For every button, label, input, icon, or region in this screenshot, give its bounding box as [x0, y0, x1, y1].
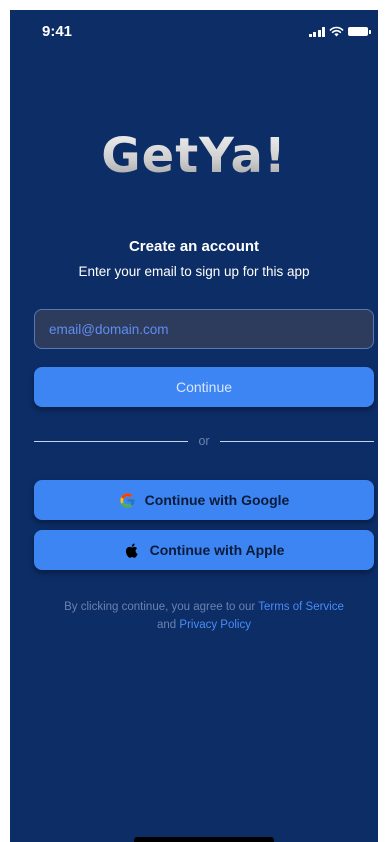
continue-with-apple-button[interactable]: Continue with Apple: [34, 530, 374, 570]
google-icon: [120, 492, 135, 508]
apple-icon: [125, 543, 138, 558]
home-indicator: [134, 837, 274, 842]
status-bar: 9:41: [10, 10, 378, 54]
privacy-policy-link[interactable]: Privacy Policy: [179, 619, 251, 631]
status-icons: [308, 26, 371, 37]
or-divider: or: [34, 433, 374, 449]
google-button-label: Continue with Google: [144, 492, 290, 508]
wifi-icon: [329, 26, 344, 37]
status-time: 9:41: [42, 23, 73, 40]
email-field[interactable]: [34, 309, 374, 349]
phone-screen: 9:41 GetYa! Create an account Enter your…: [10, 10, 378, 842]
continue-button[interactable]: Continue: [34, 367, 374, 407]
battery-icon: [348, 27, 371, 36]
continue-with-google-button[interactable]: Continue with Google: [34, 480, 374, 520]
divider-text: or: [198, 434, 210, 448]
divider-line-right: [219, 440, 374, 442]
terms-notice: By clicking continue, you agree to our T…: [34, 598, 374, 634]
app-logo: GetYa!: [10, 128, 378, 184]
page-title: Create an account: [128, 238, 260, 255]
divider-line-left: [34, 440, 189, 442]
terms-of-service-link[interactable]: Terms of Service: [258, 601, 344, 613]
apple-button-label: Continue with Apple: [149, 542, 285, 558]
signal-icon: [308, 26, 325, 37]
terms-prefix: By clicking continue, you agree to our: [64, 601, 259, 613]
page-subtitle: Enter your email to sign up for this app: [78, 264, 310, 279]
terms-middle: and: [157, 619, 180, 631]
